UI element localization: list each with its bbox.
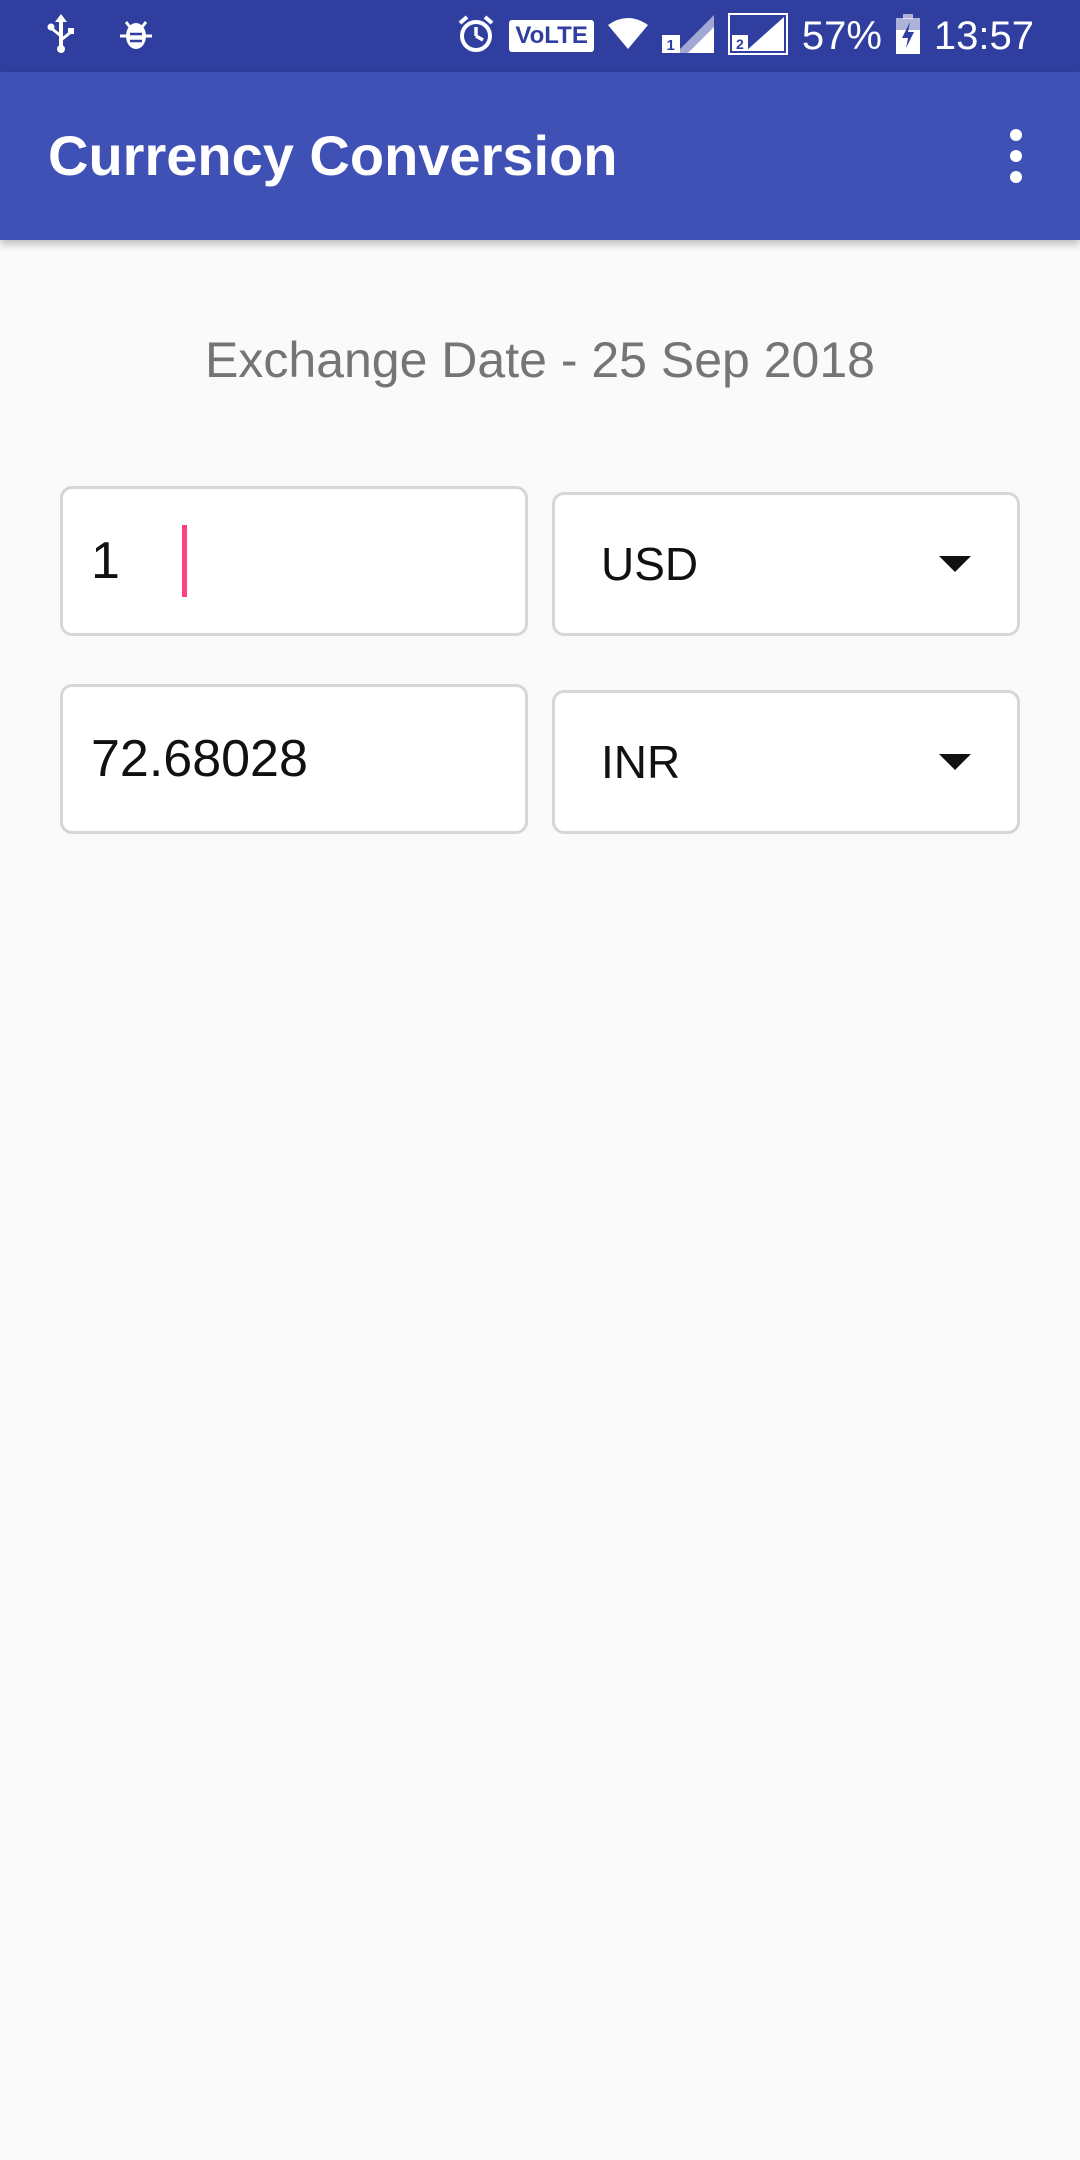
svg-text:1: 1 bbox=[666, 37, 674, 53]
usb-icon bbox=[46, 13, 76, 59]
alarm-icon bbox=[457, 14, 495, 59]
svg-text:2: 2 bbox=[736, 36, 744, 52]
to-currency-spinner[interactable]: INR bbox=[552, 690, 1020, 834]
status-left-group bbox=[46, 13, 152, 59]
status-bar: VoLTE 1 2 57% 13:57 bbox=[0, 0, 1080, 72]
signal-sim1-icon: 1 bbox=[661, 14, 714, 58]
menu-dot bbox=[1010, 150, 1022, 162]
exchange-date-label: Exchange Date - 25 Sep 2018 bbox=[205, 332, 875, 388]
text-caret bbox=[182, 525, 187, 597]
signal-sim2-icon: 2 bbox=[727, 12, 788, 60]
from-currency-spinner[interactable]: USD bbox=[552, 492, 1020, 636]
to-currency-label: INR bbox=[601, 736, 681, 788]
dropdown-arrow-icon bbox=[939, 556, 971, 572]
clock: 13:57 bbox=[933, 13, 1034, 58]
from-currency-label: USD bbox=[601, 538, 699, 590]
to-amount-box[interactable] bbox=[60, 684, 528, 834]
menu-dot bbox=[1010, 129, 1022, 141]
wifi-icon bbox=[607, 17, 648, 56]
menu-dot bbox=[1010, 171, 1022, 183]
dropdown-arrow-icon bbox=[939, 754, 971, 770]
to-amount-input[interactable] bbox=[63, 729, 525, 789]
bug-icon bbox=[120, 16, 152, 57]
volte-badge: VoLTE bbox=[509, 20, 594, 52]
battery-percent: 57% bbox=[801, 13, 882, 58]
page-title: Currency Conversion bbox=[48, 124, 618, 187]
more-vert-icon[interactable] bbox=[984, 120, 1048, 192]
from-amount-input[interactable] bbox=[63, 531, 525, 591]
battery-charging-icon bbox=[895, 13, 920, 59]
from-amount-box[interactable] bbox=[60, 486, 528, 636]
status-right-group: VoLTE 1 2 57% 13:57 bbox=[457, 12, 1034, 60]
app-bar: Currency Conversion bbox=[0, 72, 1080, 240]
